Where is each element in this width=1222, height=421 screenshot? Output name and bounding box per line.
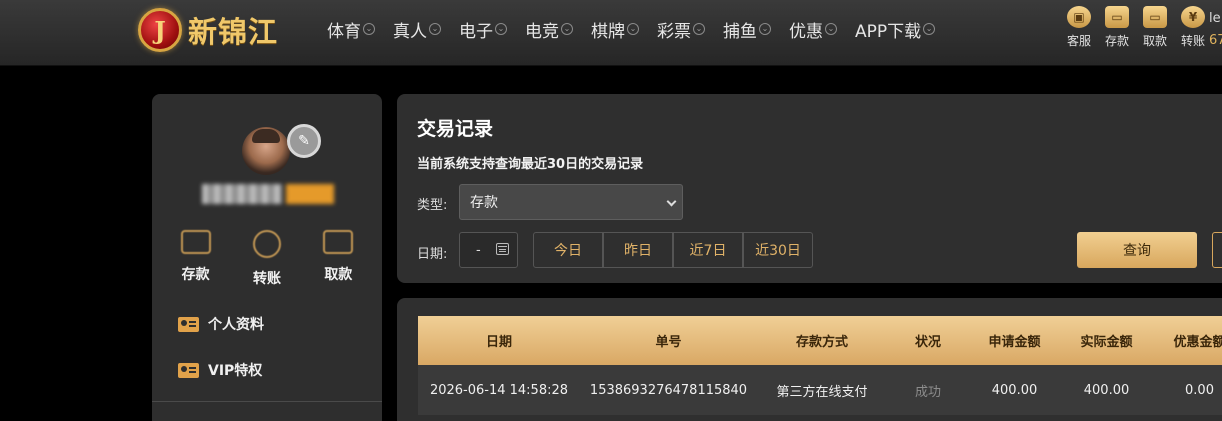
table-header: 日期 单号 存款方式 状况 申请金额 实际金额 优惠金额 [418,316,1222,365]
chevron-down-icon [666,196,677,207]
logo-badge-icon: J [138,8,182,52]
sidebar-withdraw-button[interactable]: 取款 [308,230,368,288]
nav-item-app-download[interactable]: APP下载 ⌄ [855,18,936,42]
column-header-actual: 实际金额 [1080,335,1133,350]
avatar[interactable] [242,127,290,175]
nav-item-lottery[interactable]: 彩票 ⌄ [657,18,705,42]
sidebar-deposit-button[interactable]: 存款 [166,230,226,288]
cell-date: 2026-06-14 14:58:28 [429,382,569,398]
quick-links: ▣ 客服 ▭ 存款 ▭ 取款 ¥ 转账 [1060,6,1212,49]
edit-avatar-button[interactable]: ✎ [287,124,321,158]
date-range-input[interactable]: - [459,232,518,268]
chevron-down-icon: ⌄ [759,23,771,35]
range-30days-button[interactable]: 近30日 [743,232,813,268]
quick-link-withdraw[interactable]: ▭ 取款 [1136,6,1174,49]
sidebar-menu: 个人资料 VIP特权 [178,312,264,404]
balance-fragment: 67 [1209,33,1222,48]
wallet-actions: 存款 转账 取款 [152,230,382,288]
sidebar-divider [152,401,382,402]
withdraw-icon [323,230,354,254]
sidebar-item-vip[interactable]: VIP特权 [178,358,264,382]
column-header-requested: 申请金额 [988,335,1041,350]
chevron-down-icon: ⌄ [429,23,441,35]
brand-name: 新锦江 [188,15,279,49]
chat-icon: ▣ [1067,6,1091,28]
transfer-icon [252,230,281,258]
sidebar-transfer-button[interactable]: 转账 [237,230,297,288]
range-yesterday-button[interactable]: 昨日 [603,232,673,268]
nav-item-sports[interactable]: 体育 ⌄ [327,18,375,42]
date-range-value: - [476,242,481,258]
type-select[interactable]: 存款 [459,184,683,220]
cell-bonus-amount: 0.00 [1185,382,1214,398]
cell-actual-amount: 400.00 [1083,382,1130,398]
cell-order-no: 1538693276478115840 [589,382,748,398]
deposit-icon [180,230,211,254]
column-header-bonus: 优惠金额 [1173,335,1222,350]
chevron-down-icon: ⌄ [561,23,573,35]
cell-method: 第三方在线支付 [776,384,868,400]
withdraw-icon: ▭ [1143,6,1167,28]
date-range-shortcuts: 今日 昨日 近7日 近30日 [533,232,813,268]
nav-item-slots[interactable]: 电子 ⌄ [459,18,507,42]
chevron-down-icon: ⌄ [923,23,936,35]
chevron-down-icon: ⌄ [363,23,375,35]
account-sidebar: ✎ 存款 转账 取款 个人资料 VIP特权 [152,94,382,421]
nav-item-fishing[interactable]: 捕鱼 ⌄ [723,18,771,42]
top-navigation-bar: J 新锦江 体育 ⌄ 真人 ⌄ 电子 ⌄ 电竞 ⌄ 棋牌 ⌄ 彩票 ⌄ 捕鱼 ⌄ 优惠 ⌄ AP… [0,0,1222,66]
type-select-value: 存款 [470,195,498,211]
transaction-filter-panel: 交易记录 当前系统支持查询最近30日的交易记录 类型: 存款 日期: - 今日 … [397,94,1222,283]
id-card-icon [178,316,199,332]
query-range-note: 当前系统支持查询最近30日的交易记录 [417,157,644,172]
column-header-order-no: 单号 [655,335,682,350]
id-card-icon [178,362,199,378]
chevron-down-icon: ⌄ [627,23,639,35]
nav-item-promotions[interactable]: 优惠 ⌄ [789,18,837,42]
quick-link-deposit[interactable]: ▭ 存款 [1098,6,1136,49]
quick-link-transfer[interactable]: ¥ 转账 [1174,6,1212,49]
type-label: 类型: [417,198,448,213]
range-today-button[interactable]: 今日 [533,232,603,268]
query-button[interactable]: 查询 [1077,232,1197,268]
cell-requested-amount: 400.00 [991,382,1038,398]
main-nav: 体育 ⌄ 真人 ⌄ 电子 ⌄ 电竞 ⌄ 棋牌 ⌄ 彩票 ⌄ 捕鱼 ⌄ 优惠 ⌄ APP下载 ⌄ [327,18,953,42]
user-info[interactable]: le 67 [1209,8,1222,52]
edit-icon: ✎ [298,133,310,149]
nav-item-live[interactable]: 真人 ⌄ [393,18,441,42]
page-title: 交易记录 [417,118,494,140]
date-label: 日期: [417,247,448,262]
chevron-down-icon: ⌄ [495,23,507,35]
column-header-date: 日期 [485,335,512,350]
calendar-icon [496,243,509,255]
transaction-table-panel: 日期 单号 存款方式 状况 申请金额 实际金额 优惠金额 2026-06-14 … [397,298,1222,421]
username-fragment: le [1209,11,1221,26]
transfer-icon: ¥ [1181,6,1205,28]
nav-item-esports[interactable]: 电竞 ⌄ [525,18,573,42]
nav-item-cards[interactable]: 棋牌 ⌄ [591,18,639,42]
secondary-button[interactable] [1212,232,1222,268]
username-blurred [202,184,334,204]
chevron-down-icon: ⌄ [825,23,837,35]
wallet-icon: ▭ [1105,6,1129,28]
cell-status: 成功 [914,384,941,400]
table-row[interactable]: 2026-06-14 14:58:28 1538693276478115840 … [418,365,1222,415]
brand-logo[interactable]: J 新锦江 [138,6,278,54]
column-header-method: 存款方式 [795,335,848,350]
column-header-status: 状况 [914,335,941,350]
quick-link-support[interactable]: ▣ 客服 [1060,6,1098,49]
sidebar-item-profile[interactable]: 个人资料 [178,312,264,336]
chevron-down-icon: ⌄ [693,23,705,35]
range-7days-button[interactable]: 近7日 [673,232,743,268]
